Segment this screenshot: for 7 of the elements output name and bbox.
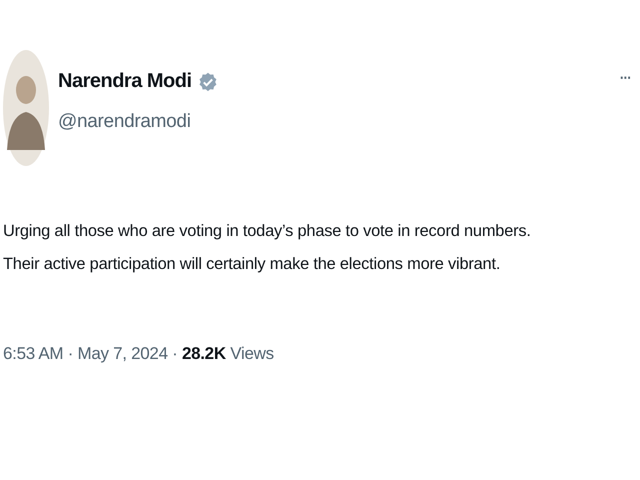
tweet-meta: 6:53 AM · May 7, 2024 · 28.2K Views [3, 344, 275, 364]
author-name[interactable]: Narendra Modi [58, 70, 192, 93]
more-button[interactable]: ··· [614, 68, 634, 89]
author-handle[interactable]: @narendramodi [58, 111, 615, 133]
tweet-text: Their active participation will certainly make the elections more vibrant. [3, 254, 502, 274]
avatar[interactable] [3, 50, 49, 166]
tweet-text: Urging all those who are voting in today’s phase to vote in record numbers. [3, 221, 532, 241]
